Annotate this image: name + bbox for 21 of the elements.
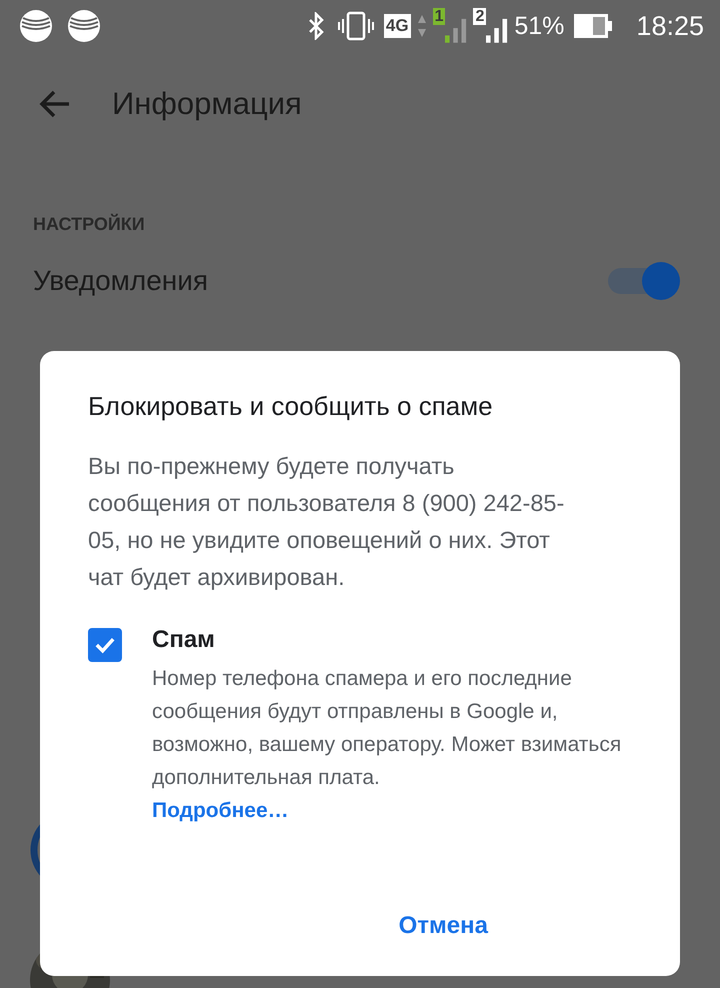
sim-number: 2 (473, 8, 486, 25)
bank-logo-icon (68, 10, 100, 42)
checkbox[interactable] (88, 628, 122, 662)
vibrate-icon (338, 11, 374, 41)
back-arrow-icon[interactable] (38, 90, 72, 118)
checkbox-label: Спам (152, 626, 216, 654)
battery-percent: 51% (514, 12, 564, 40)
clock: 18:25 (636, 10, 704, 42)
screen-title: Информация (112, 86, 302, 122)
section-header: НАСТРОЙКИ (32, 212, 146, 236)
setting-label: Уведомления (33, 265, 208, 297)
checkbox-description: Номер телефона спамера и его последние сообщения будут отправлены в Google и, возможно, вашему оператору. Может взиматься дополнительная плата. (152, 666, 622, 791)
battery-icon (574, 14, 612, 38)
dialog-message: Вы по-прежнему будете получать сообщения от пользователя 8 (900) 242-85-05, но не увидите оповещений о них. Этот чат будет архивирован. (88, 452, 566, 592)
bank-logo-icon (20, 10, 52, 42)
network-type: 4G (384, 14, 411, 38)
sim-number: 1 (432, 8, 446, 25)
dialog-title: Блокировать и сообщить о спаме (88, 391, 494, 422)
more-link[interactable]: Подробнее… (152, 794, 632, 827)
cancel-button[interactable]: Отмена (386, 904, 500, 948)
bluetooth-icon (308, 12, 324, 40)
